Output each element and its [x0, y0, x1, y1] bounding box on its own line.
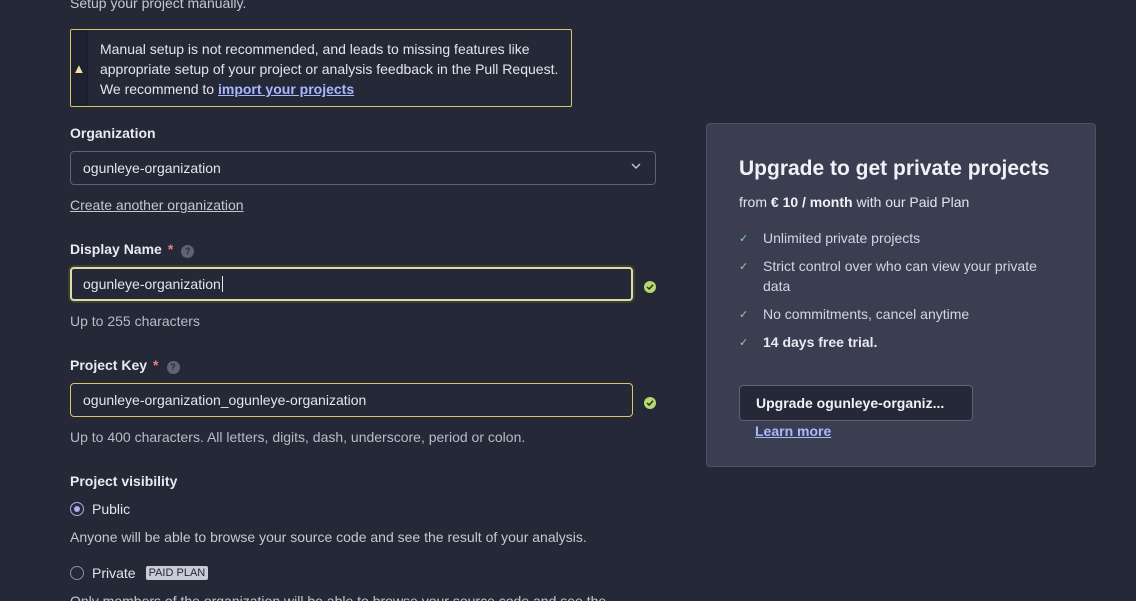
benefit-item: ✓ No commitments, cancel anytime — [739, 304, 1059, 325]
project-visibility-label: Project visibility — [70, 473, 178, 489]
public-radio[interactable] — [70, 502, 84, 516]
check-icon: ✓ — [739, 337, 749, 349]
benefit-item: ✓ Unlimited private projects — [739, 228, 1059, 249]
warning-icon: ▲ — [72, 60, 86, 76]
public-description: Anyone will be able to browse your sourc… — [70, 529, 587, 545]
benefit-item: ✓ Strict control over who can view your … — [739, 258, 1037, 294]
upgrade-price: € 10 / month — [770, 194, 853, 210]
valid-check-icon — [644, 397, 656, 409]
private-description: Only members of the organization will be… — [70, 593, 607, 601]
import-projects-link[interactable]: import your projects — [218, 81, 354, 97]
check-icon: ✓ — [739, 309, 749, 321]
required-marker: * — [167, 241, 174, 257]
text-caret — [221, 276, 223, 292]
display-name-label: Display Name *? — [70, 241, 195, 258]
benefit-item: ✓ 14 days free trial. — [739, 332, 1059, 353]
create-project-page: Setup your project manually. ▲ Manual se… — [0, 0, 1136, 601]
organization-select[interactable]: ogunleye-organization — [70, 151, 656, 185]
organization-label: Organization — [70, 125, 156, 141]
paid-plan-badge: PAID PLAN — [145, 566, 209, 580]
private-label: Private — [92, 565, 136, 581]
project-key-label: Project Key *? — [70, 357, 180, 374]
manual-setup-warning: ▲ Manual setup is not recommended, and l… — [70, 29, 572, 107]
create-organization-link[interactable]: Create another organization — [70, 197, 244, 213]
private-radio[interactable] — [70, 566, 84, 580]
visibility-private-option[interactable]: Private PAID PLAN — [70, 565, 209, 581]
upgrade-card: Upgrade to get private projects from € 1… — [706, 123, 1096, 467]
public-label: Public — [92, 501, 131, 517]
valid-check-icon — [644, 281, 656, 293]
intro-text: Setup your project manually. — [70, 0, 247, 11]
help-icon[interactable]: ? — [166, 360, 180, 374]
help-icon[interactable]: ? — [181, 244, 195, 258]
project-key-input[interactable]: ogunleye-organization_ogunleye-organizat… — [70, 383, 633, 417]
display-name-hint: Up to 255 characters — [70, 313, 200, 329]
project-key-value: ogunleye-organization_ogunleye-organizat… — [83, 392, 367, 408]
learn-more-link[interactable]: Learn more — [755, 423, 831, 439]
upgrade-price-line: from € 10 / month with our Paid Plan — [739, 194, 970, 210]
display-name-value: ogunleye-organization — [83, 276, 221, 292]
organization-selected-value: ogunleye-organization — [83, 160, 221, 176]
upgrade-title: Upgrade to get private projects — [739, 157, 1050, 180]
chevron-down-icon — [631, 163, 641, 169]
visibility-public-option[interactable]: Public — [70, 501, 130, 517]
upgrade-button[interactable]: Upgrade ogunleye-organiz... — [739, 385, 973, 421]
required-marker: * — [153, 357, 159, 373]
check-icon: ✓ — [739, 233, 749, 245]
check-icon: ✓ — [739, 261, 749, 273]
project-key-hint: Up to 400 characters. All letters, digit… — [70, 429, 526, 445]
display-name-input[interactable]: ogunleye-organization — [70, 267, 633, 301]
